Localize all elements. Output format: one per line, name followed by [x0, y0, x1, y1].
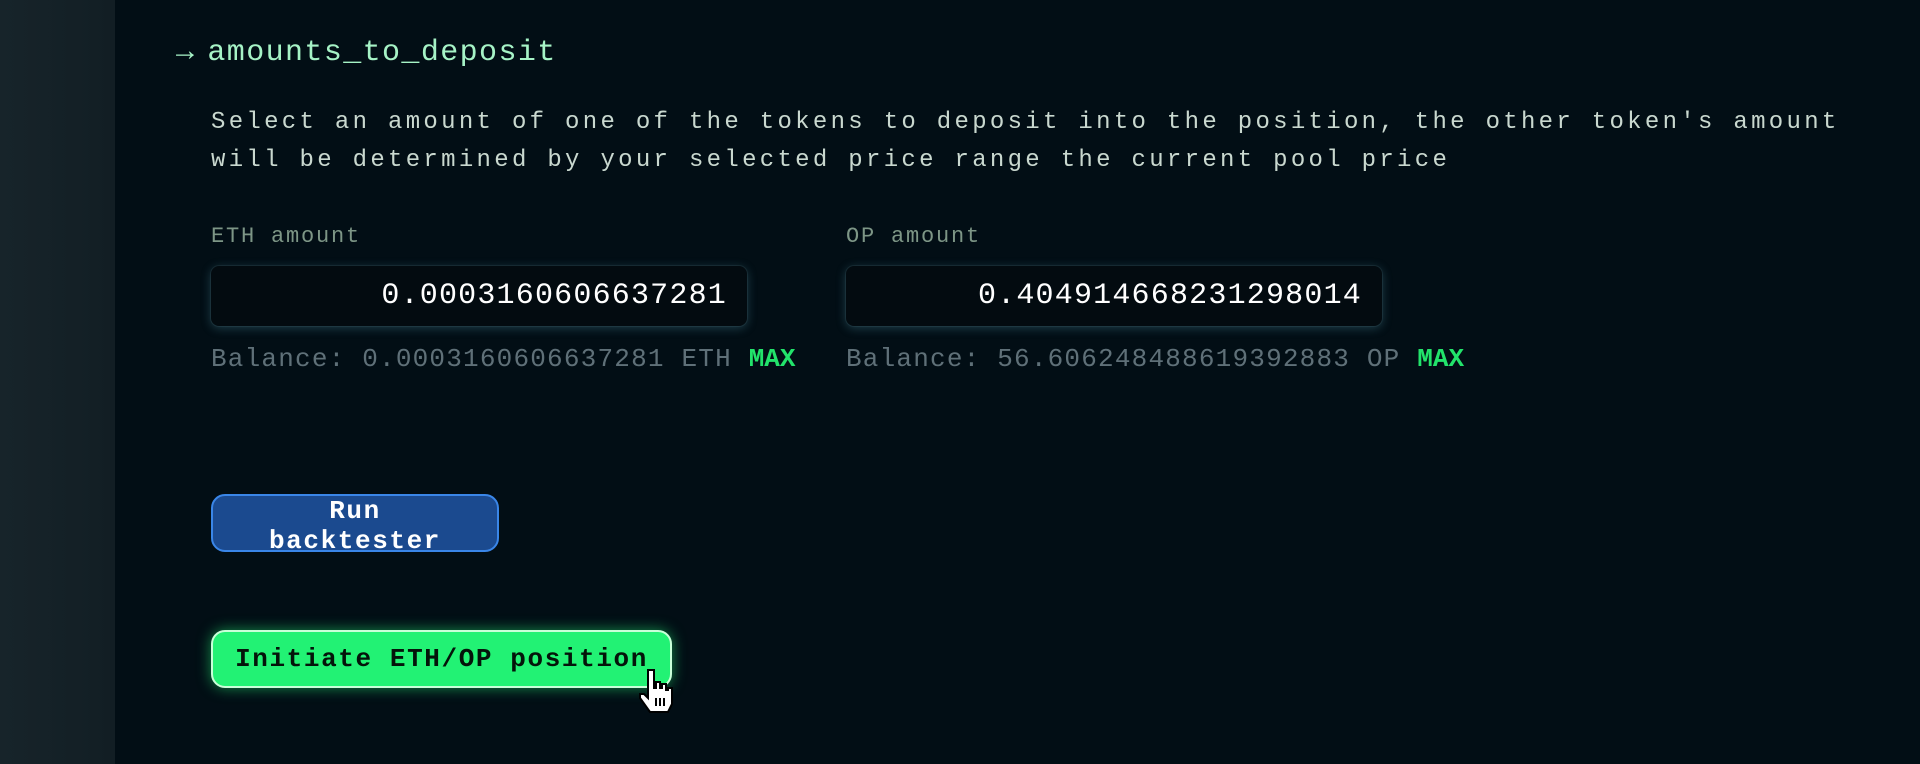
hand-pointer-cursor-icon	[639, 669, 673, 713]
op-amount-label: OP amount	[846, 224, 982, 249]
section-title: amounts_to_deposit	[207, 36, 557, 70]
op-balance-text: Balance: 56.606248488619392883 OP	[846, 344, 1401, 374]
section-description: Select an amount of one of the tokens to…	[211, 104, 1840, 180]
initiate-position-button[interactable]: Initiate ETH/OP position	[211, 630, 672, 688]
op-amount-field: OP amount Balance: 56.606248488619392883…	[846, 224, 1464, 374]
eth-balance-text: Balance: 0.0003160606637281 ETH	[211, 344, 732, 374]
eth-amount-label: ETH amount	[211, 224, 362, 249]
eth-amount-field: ETH amount Balance: 0.0003160606637281 E…	[211, 224, 796, 374]
op-max-button[interactable]: MAX	[1417, 344, 1464, 374]
op-balance: Balance: 56.606248488619392883 OP MAX	[846, 344, 1464, 374]
op-amount-input[interactable]	[846, 266, 1382, 326]
sidebar	[0, 0, 115, 764]
description-line: Select an amount of one of the tokens to…	[211, 109, 1840, 136]
eth-amount-input[interactable]	[211, 266, 747, 326]
description-line: will be determined by your selected pric…	[211, 147, 1451, 174]
eth-max-button[interactable]: MAX	[749, 344, 796, 374]
right-arrow-icon: →	[176, 36, 196, 70]
eth-balance: Balance: 0.0003160606637281 ETH MAX	[211, 344, 796, 374]
section-heading: → amounts_to_deposit	[176, 36, 557, 70]
run-backtester-button[interactable]: Run backtester	[211, 494, 499, 556]
